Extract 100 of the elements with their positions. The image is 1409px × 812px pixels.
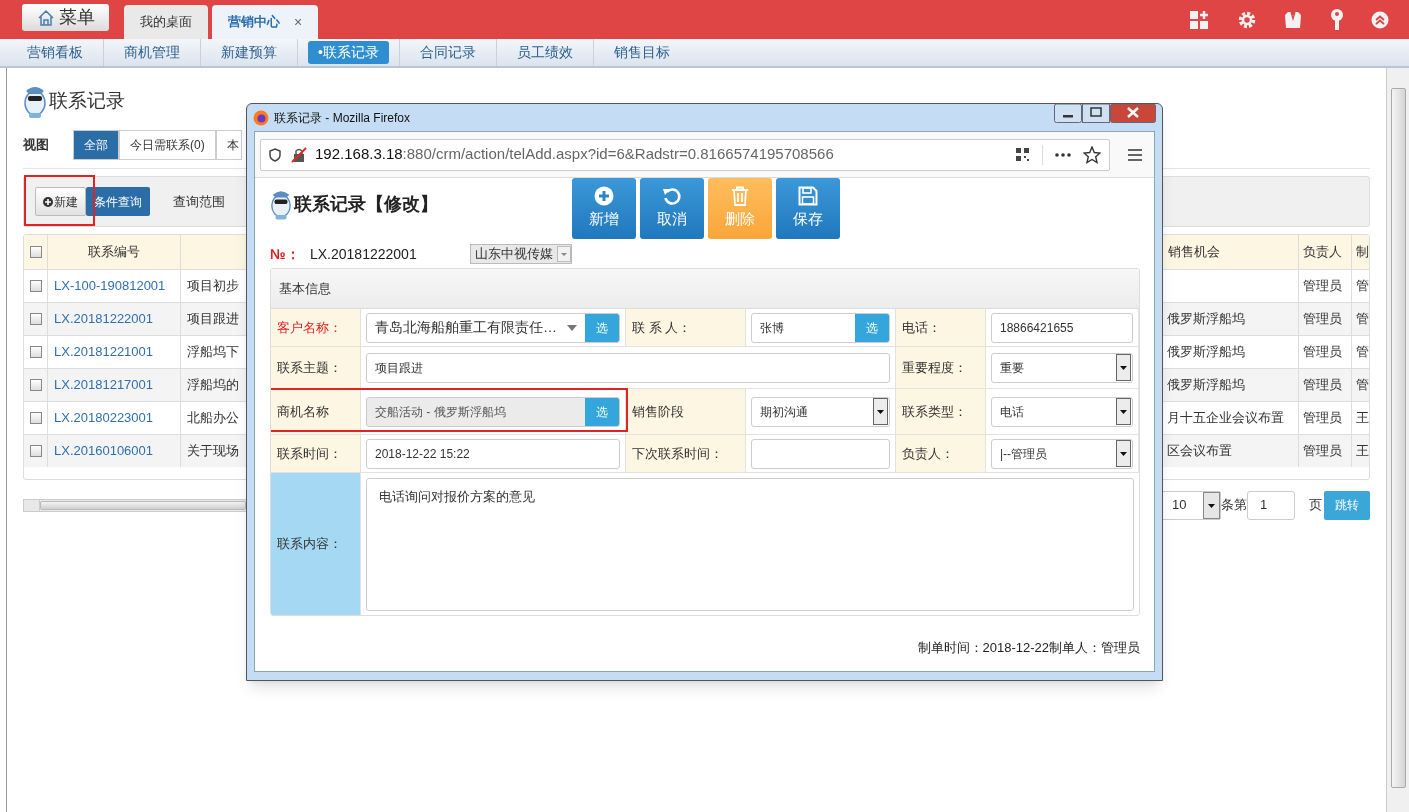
close-button[interactable]: × (294, 11, 303, 33)
checkbox[interactable] (29, 246, 42, 258)
save-button[interactable]: 保存 (776, 178, 840, 239)
add-widget-icon[interactable] (1189, 9, 1211, 30)
checkbox[interactable] (29, 379, 42, 391)
field-label: 联系类型： (902, 402, 967, 421)
menu-button[interactable]: 菜单 (22, 4, 109, 31)
dropdown-icon (1116, 354, 1131, 381)
view-tab[interactable]: 本 (215, 130, 242, 160)
table-cell-text: 管理员 (1303, 277, 1342, 296)
horizontal-scrollbar[interactable] (23, 498, 247, 512)
shirt-icon[interactable] (1283, 9, 1303, 30)
input-field[interactable]: 2018-12-22 15:22 (366, 438, 620, 469)
nav-tab[interactable]: 员工绩效 (506, 41, 583, 64)
new-button[interactable]: 新建 (35, 187, 86, 216)
checkbox[interactable] (29, 313, 42, 325)
field-label: 联系主题： (277, 358, 342, 377)
collapse-icon[interactable] (1371, 10, 1389, 29)
nav-tab[interactable]: 销售目标 (603, 41, 680, 64)
record-link[interactable]: LX.20181222001 (54, 309, 154, 329)
address-bar[interactable]: 192.168.3.18:880/crm/action/telAdd.aspx?id=6&Radstr=0.8166574195708566 (260, 138, 1110, 171)
table-cell-text: 王 (1356, 442, 1369, 461)
page-input[interactable]: 1 (1247, 490, 1295, 520)
window-title: 联系记录 - Mozilla Firefox (274, 109, 410, 127)
combo-box[interactable]: 青岛北海船舶重工有限责任… 选 (366, 312, 620, 343)
top-tab[interactable]: 营销中心 × (212, 5, 319, 39)
nav-tab[interactable]: •联系记录 (308, 41, 389, 64)
table-cell-text: 俄罗斯浮船坞 (1167, 343, 1245, 362)
pagination-label: 页 (1309, 496, 1322, 515)
dropdown-icon (1116, 398, 1131, 425)
close-icon[interactable] (1110, 104, 1156, 123)
table-cell-text: 俄罗斯浮船坞 (1167, 376, 1245, 395)
scope-button[interactable]: 查询范围 (165, 187, 233, 216)
record-link[interactable]: LX.20160106001 (54, 441, 154, 461)
more-icon[interactable] (1055, 152, 1071, 157)
nav-tab[interactable]: 营销看板 (17, 41, 93, 64)
form-title: 联系记录【修改】 (294, 192, 438, 216)
bookmark-star-icon[interactable] (1083, 145, 1101, 164)
add-button[interactable]: 新增 (572, 178, 636, 239)
select-field[interactable]: 电话 (991, 396, 1133, 427)
input-field[interactable]: 18866421655 (991, 312, 1133, 343)
top-tab[interactable]: 我的桌面 (124, 5, 208, 39)
select-field[interactable]: |--管理员 (991, 438, 1133, 469)
field-label: 联 系 人： (632, 318, 692, 337)
field-label: 销售阶段 (632, 402, 684, 421)
select-field[interactable]: 重要 (991, 352, 1133, 383)
table-cell-text: 管理员 (1303, 343, 1342, 362)
table-cell-text: 管理员 (1303, 376, 1342, 395)
qr-code-icon[interactable] (1015, 147, 1030, 162)
nav-tab[interactable]: 新建预算 (211, 41, 287, 64)
input-field[interactable] (751, 438, 890, 469)
nav-tab[interactable]: 合同记录 (409, 41, 486, 64)
page-title: 联系记录 (49, 88, 125, 113)
table-cell-text: 月十五企业会议布置 (1167, 409, 1284, 428)
number-label: №： (270, 244, 301, 264)
section-title: 基本信息 (279, 279, 331, 298)
table-cell-text: 王 (1356, 409, 1369, 428)
record-link[interactable]: LX.20181221001 (54, 342, 154, 362)
nav-tab[interactable]: 商机管理 (114, 41, 190, 64)
url-text: 192.168.3.18:880/crm/action/telAdd.aspx?id=6&Radstr=0.8166574195708566 (315, 144, 834, 165)
table-cell-text: 管理员 (1303, 310, 1342, 329)
dropdown-icon (1203, 491, 1220, 519)
record-link[interactable]: LX.20181217001 (54, 375, 154, 395)
checkbox[interactable] (29, 280, 42, 292)
page-size-select[interactable]: 10 (1161, 490, 1221, 520)
key-icon[interactable] (1329, 8, 1345, 31)
dropdown-icon (1116, 440, 1131, 467)
input-field[interactable]: 项目跟进 (366, 352, 890, 383)
undo-icon (662, 186, 682, 207)
table-cell-text: 管理员 (1303, 442, 1342, 461)
table-cell-text: 项目跟进 (187, 310, 239, 329)
field-label: 商机名称 (277, 402, 329, 421)
field-label: 负责人： (902, 444, 954, 463)
checkbox[interactable] (29, 412, 42, 424)
undo-button[interactable]: 取消 (640, 178, 704, 239)
checkbox[interactable] (29, 445, 42, 457)
input-field[interactable]: 张博 选 (751, 312, 890, 343)
column-header: 制 (1356, 243, 1369, 262)
shield-icon (269, 147, 281, 162)
company-select[interactable]: 山东中视传媒 (470, 244, 572, 264)
record-link[interactable]: LX-100-190812001 (54, 276, 166, 296)
record-link[interactable]: LX.20180223001 (54, 408, 154, 428)
table-cell-text: 关于现场 (187, 442, 239, 461)
view-tab[interactable]: 全部 (73, 130, 119, 160)
table-cell-text: 项目初步 (187, 277, 239, 296)
settings-icon[interactable] (1237, 9, 1257, 30)
checkbox[interactable] (29, 346, 42, 358)
plus-circle-icon (594, 186, 614, 207)
content-textarea[interactable]: 电话询问对报价方案的意见 (366, 478, 1134, 611)
vertical-scrollbar[interactable] (1386, 68, 1409, 812)
field-label: 电话： (902, 318, 941, 337)
plus-icon (43, 196, 53, 207)
maximize-icon[interactable] (1082, 104, 1110, 123)
column-header: 负责人 (1303, 243, 1342, 262)
table-cell-text: 管 (1356, 277, 1369, 296)
menu-icon[interactable] (1128, 148, 1142, 161)
view-tab[interactable]: 今日需联系(0) (119, 130, 216, 160)
query-button[interactable]: 条件查询 (86, 187, 150, 216)
minimize-icon[interactable] (1054, 104, 1082, 123)
select-field[interactable]: 期初沟通 (751, 396, 890, 427)
